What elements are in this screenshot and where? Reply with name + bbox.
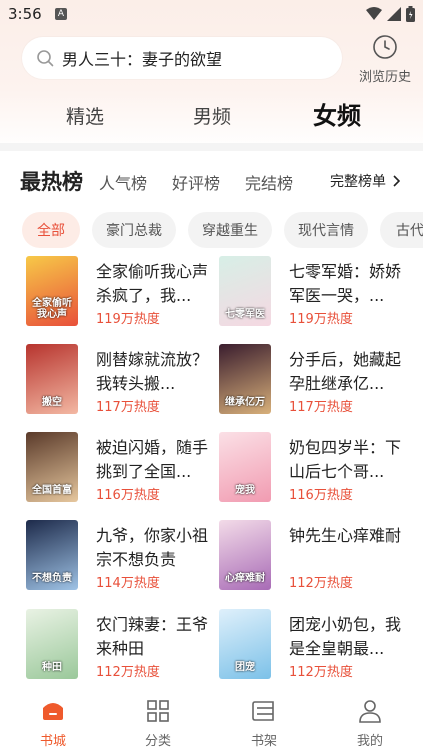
book-cover: 种田 xyxy=(26,609,78,679)
status-icons xyxy=(366,6,415,22)
book-item[interactable]: 全家偷听我心声 全家偷听我心声杀疯了，我... 119万热度 xyxy=(26,256,216,334)
book-title: 奶包四岁半：下山后七个哥... xyxy=(289,438,402,481)
book-cover-text: 宠我 xyxy=(235,485,255,496)
channel-tabs: 精选 男频 女频 xyxy=(0,92,423,136)
book-cover-text: 不想负责 xyxy=(32,573,72,584)
bookshelf-icon xyxy=(252,701,274,721)
book-cover: 搬空 xyxy=(26,344,78,414)
chip-all[interactable]: 全部 xyxy=(22,212,80,248)
book-title: 钟先生心痒难耐 xyxy=(289,526,402,545)
book-title: 全家偷听我心声杀疯了，我... xyxy=(96,262,209,305)
book-title: 刚替嫁就流放？我转头搬... xyxy=(96,350,209,393)
bottom-nav: 书城 分类 书架 我的 xyxy=(0,692,423,752)
book-heat: 117万热度 xyxy=(96,400,160,415)
book-cover-text: 继承亿万 xyxy=(225,397,265,408)
book-cover-text: 七零军医 xyxy=(225,309,265,320)
nav-profile-label: 我的 xyxy=(356,734,383,749)
book-item[interactable]: 七零军医 七零军婚：娇娇军医一哭，... 119万热度 xyxy=(219,256,409,334)
book-heat: 117万热度 xyxy=(289,400,353,415)
book-heat: 112万热度 xyxy=(289,576,353,591)
nav-category[interactable]: 分类 xyxy=(118,698,198,749)
book-cover: 宠我 xyxy=(219,432,271,502)
book-cover: 心痒难耐 xyxy=(219,520,271,590)
search-query: 男人三十：妻子的欲望 xyxy=(62,50,223,69)
ranking-tab-completed[interactable]: 完结榜 xyxy=(245,170,293,194)
history-button[interactable]: 浏览历史 xyxy=(350,34,420,85)
book-cover-text: 搬空 xyxy=(42,397,62,408)
book-title: 七零军婚：娇娇军医一哭，... xyxy=(289,262,402,305)
signal-icon xyxy=(387,7,401,21)
status-bar: 3:56 A xyxy=(0,0,423,30)
book-cover-text: 全家偷听我心声 xyxy=(32,298,72,320)
book-item[interactable]: 心痒难耐 钟先生心痒难耐 112万热度 xyxy=(219,520,409,598)
ranking-tab-popular[interactable]: 人气榜 xyxy=(99,170,147,194)
book-cover: 不想负责 xyxy=(26,520,78,590)
book-cover-text: 团宠 xyxy=(235,662,255,673)
category-chips: 全部 豪门总裁 穿越重生 现代言情 古代 xyxy=(22,212,423,250)
wifi-icon xyxy=(366,7,382,20)
category-icon xyxy=(147,700,169,722)
book-title: 农门辣妻：王爷来种田 xyxy=(96,615,209,658)
chip-modern-romance[interactable]: 现代言情 xyxy=(284,212,368,248)
history-label: 浏览历史 xyxy=(358,70,411,85)
chevron-right-icon xyxy=(393,175,401,187)
book-heat: 114万热度 xyxy=(96,576,160,591)
ranking-header: 最热榜 人气榜 好评榜 完结榜 完整榜单 xyxy=(0,164,423,198)
tab-featured[interactable]: 精选 xyxy=(66,102,104,129)
book-cover: 全国首富 xyxy=(26,432,78,502)
book-title: 九爷，你家小祖宗不想负责 xyxy=(96,526,209,569)
book-item[interactable]: 搬空 刚替嫁就流放？我转头搬... 117万热度 xyxy=(26,344,216,422)
book-item[interactable]: 宠我 奶包四岁半：下山后七个哥... 116万热度 xyxy=(219,432,409,510)
book-title: 被迫闪婚，随手挑到了全国... xyxy=(96,438,209,481)
book-title: 分手后，她藏起孕肚继承亿... xyxy=(289,350,402,393)
book-heat: 119万热度 xyxy=(96,312,160,327)
book-item[interactable]: 团宠 团宠小奶包，我是全皇朝最... 112万热度 xyxy=(219,609,409,687)
book-cover-text: 种田 xyxy=(42,662,62,673)
section-divider xyxy=(0,143,423,151)
tab-female[interactable]: 女频 xyxy=(313,96,361,131)
battery-icon xyxy=(406,6,415,22)
ranking-title: 最热榜 xyxy=(20,170,83,194)
book-cover: 全家偷听我心声 xyxy=(26,256,78,326)
book-cover: 七零军医 xyxy=(219,256,271,326)
nav-bookstore[interactable]: 书城 xyxy=(13,698,93,749)
profile-icon xyxy=(359,700,381,723)
book-item[interactable]: 全国首富 被迫闪婚，随手挑到了全国... 116万热度 xyxy=(26,432,216,510)
nav-bookstore-label: 书城 xyxy=(39,734,66,749)
clock-icon xyxy=(373,35,397,59)
ranking-tab-rated[interactable]: 好评榜 xyxy=(172,170,220,194)
book-title: 团宠小奶包，我是全皇朝最... xyxy=(289,615,402,658)
book-heat: 116万热度 xyxy=(96,488,160,503)
book-item[interactable]: 不想负责 九爷，你家小祖宗不想负责 114万热度 xyxy=(26,520,216,598)
nav-bookshelf-label: 书架 xyxy=(250,734,277,749)
bookstore-icon xyxy=(43,703,63,720)
chip-time-travel[interactable]: 穿越重生 xyxy=(188,212,272,248)
book-item[interactable]: 种田 农门辣妻：王爷来种田 112万热度 xyxy=(26,609,216,687)
full-list-label: 完整榜单 xyxy=(330,174,386,190)
book-cover-text: 全国首富 xyxy=(32,485,72,496)
book-heat: 119万热度 xyxy=(289,312,353,327)
nav-bookshelf[interactable]: 书架 xyxy=(224,698,304,749)
book-cover-text: 心痒难耐 xyxy=(225,573,265,584)
book-heat: 112万热度 xyxy=(96,665,160,680)
status-time: 3:56 xyxy=(8,5,42,23)
notification-icon: A xyxy=(55,8,67,20)
book-item[interactable]: 继承亿万 分手后，她藏起孕肚继承亿... 117万热度 xyxy=(219,344,409,422)
full-list-link[interactable]: 完整榜单 xyxy=(330,171,401,191)
chip-ancient[interactable]: 古代 xyxy=(380,212,423,248)
nav-profile[interactable]: 我的 xyxy=(330,698,410,749)
book-cover: 继承亿万 xyxy=(219,344,271,414)
search-icon xyxy=(37,50,54,67)
chip-ceo-romance[interactable]: 豪门总裁 xyxy=(92,212,176,248)
tab-male[interactable]: 男频 xyxy=(193,102,231,129)
book-heat: 112万热度 xyxy=(289,665,353,680)
nav-category-label: 分类 xyxy=(144,734,171,749)
search-bar[interactable]: 男人三十：妻子的欲望 xyxy=(22,37,342,79)
book-cover: 团宠 xyxy=(219,609,271,679)
book-heat: 116万热度 xyxy=(289,488,353,503)
